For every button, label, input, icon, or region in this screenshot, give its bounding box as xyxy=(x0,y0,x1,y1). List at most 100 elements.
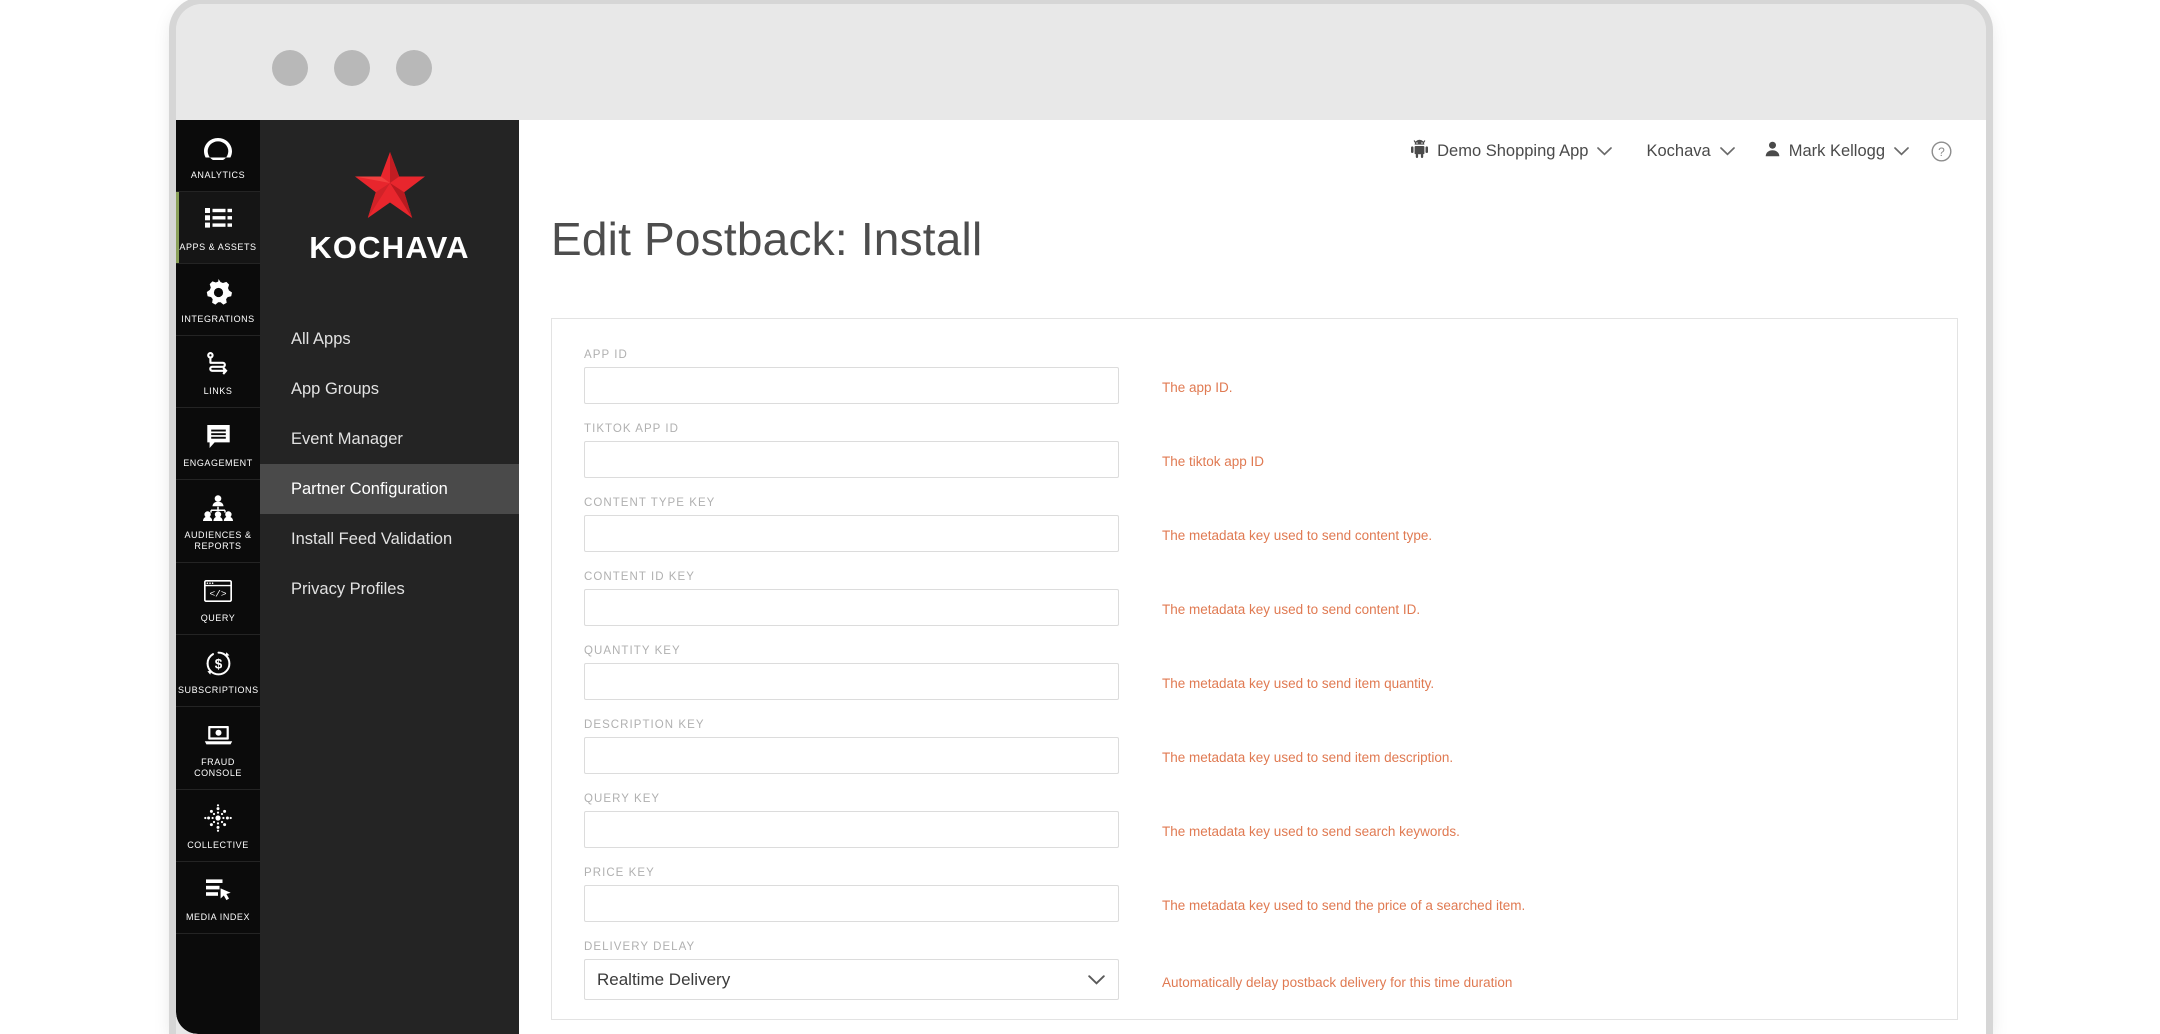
list-cursor-icon xyxy=(178,875,258,905)
gear-icon xyxy=(178,277,258,307)
rail-item-engagement[interactable]: ENGAGEMENT xyxy=(176,408,260,480)
delivery-delay-help-text: Automatically delay postback delivery fo… xyxy=(1162,975,1513,990)
rail-item-label: QUERY xyxy=(200,613,236,623)
content-id-key-label: CONTENT ID KEY xyxy=(584,571,695,583)
field-tiktok-app-id: TIKTOK APP ID The tiktok app ID xyxy=(584,423,1957,478)
rail-item-label: APPS & ASSETS xyxy=(179,242,257,252)
people-group-icon xyxy=(178,493,258,523)
window-dot-close[interactable] xyxy=(272,50,308,86)
rail-item-collective[interactable]: COLLECTIVE xyxy=(176,790,260,862)
field-app-id: APP ID The app ID. xyxy=(584,349,1957,404)
gauge-icon xyxy=(178,133,258,163)
dotted-circle-icon xyxy=(178,803,258,833)
field-query-key: QUERY KEY The metadata key used to send s… xyxy=(584,793,1957,848)
svg-text:</>: </> xyxy=(209,588,226,599)
price-key-label: PRICE KEY xyxy=(584,867,655,879)
description-key-input[interactable] xyxy=(584,737,1119,774)
rail-item-label: ENGAGEMENT xyxy=(183,458,253,468)
rail-item-integrations[interactable]: INTEGRATIONS xyxy=(176,264,260,336)
quantity-key-input[interactable] xyxy=(584,663,1119,700)
primary-icon-rail: ANALYTICS APPS & ASSETS INTEGRATIONS LINKS E… xyxy=(176,120,260,1034)
field-content-id-key: CONTENT ID KEY The metadata key used to s… xyxy=(584,571,1957,626)
secondary-sidebar: KOCHAVA All Apps App Groups Event Manager P… xyxy=(260,120,519,1034)
account-selector[interactable]: Kochava xyxy=(1646,141,1735,161)
content-id-key-input[interactable] xyxy=(584,589,1119,626)
sidebar-item-partner-configuration[interactable]: Partner Configuration xyxy=(260,464,519,514)
sidebar-item-all-apps[interactable]: All Apps xyxy=(260,314,519,364)
help-circle-icon[interactable]: ? xyxy=(1931,140,1952,162)
svg-text:?: ? xyxy=(1938,145,1945,159)
field-content-type-key: CONTENT TYPE KEY The metadata key used to… xyxy=(584,497,1957,552)
price-key-input[interactable] xyxy=(584,885,1119,922)
list-blocks-icon xyxy=(178,205,258,235)
query-key-label: QUERY KEY xyxy=(584,793,661,805)
rail-item-label: MEDIA INDEX xyxy=(185,912,251,922)
rail-item-analytics[interactable]: ANALYTICS xyxy=(176,120,260,192)
chat-bubble-icon xyxy=(178,421,258,451)
tiktok-app-id-label: TIKTOK APP ID xyxy=(584,423,680,435)
content-id-key-help-text: The metadata key used to send content ID… xyxy=(1162,602,1421,617)
sidebar-item-install-feed-validation[interactable]: Install Feed Validation xyxy=(260,514,519,564)
tiktok-app-id-help-text: The tiktok app ID xyxy=(1162,454,1265,469)
app-id-input[interactable] xyxy=(584,367,1119,404)
query-key-input[interactable] xyxy=(584,811,1119,848)
description-key-label: DESCRIPTION KEY xyxy=(584,719,705,731)
rail-item-label: FRAUD CONSOLE xyxy=(194,757,242,778)
app-id-help-text: The app ID. xyxy=(1162,380,1233,395)
field-price-key: PRICE KEY The metadata key used to send t… xyxy=(584,867,1957,922)
person-icon xyxy=(1765,141,1780,162)
svg-text:$: $ xyxy=(214,656,222,671)
sidebar-item-app-groups[interactable]: App Groups xyxy=(260,364,519,414)
top-bar: Demo Shopping App Kochava Mark Kellogg ? xyxy=(519,120,1986,182)
rail-item-label: SUBSCRIPTIONS xyxy=(178,685,259,695)
window-dot-maximize[interactable] xyxy=(396,50,432,86)
app-name-label: Demo Shopping App xyxy=(1437,141,1589,160)
content-type-key-input[interactable] xyxy=(584,515,1119,552)
delivery-delay-label: DELIVERY DELAY xyxy=(584,941,696,953)
main-content: Demo Shopping App Kochava Mark Kellogg ?… xyxy=(519,120,1986,1034)
field-description-key: DESCRIPTION KEY The metadata key used to … xyxy=(584,719,1957,774)
window-controls xyxy=(272,50,432,86)
rail-item-apps-assets[interactable]: APPS & ASSETS xyxy=(176,192,260,264)
delivery-delay-select[interactable]: Realtime Delivery xyxy=(584,959,1119,1000)
kochava-star-logo-icon xyxy=(260,150,519,220)
content-type-key-label: CONTENT TYPE KEY xyxy=(584,497,716,509)
description-key-help-text: The metadata key used to send item descr… xyxy=(1162,750,1454,765)
app-selector[interactable]: Demo Shopping App xyxy=(1411,139,1613,163)
field-quantity-key: QUANTITY KEY The metadata key used to sen… xyxy=(584,645,1957,700)
brand-name: KOCHAVA xyxy=(309,230,470,265)
content-type-key-help-text: The metadata key used to send content ty… xyxy=(1162,528,1433,543)
sidebar-item-event-manager[interactable]: Event Manager xyxy=(260,414,519,464)
window-titlebar xyxy=(176,4,1986,120)
app-body: ANALYTICS APPS & ASSETS INTEGRATIONS LINKS E… xyxy=(176,120,1986,1034)
brand-logo[interactable]: KOCHAVA xyxy=(260,120,519,292)
chevron-down-icon xyxy=(1719,142,1735,161)
user-menu[interactable]: Mark Kellogg xyxy=(1765,141,1909,162)
dollar-refresh-icon: $ xyxy=(178,648,258,678)
query-key-help-text: The metadata key used to send search key… xyxy=(1162,824,1460,839)
rail-item-label: ANALYTICS xyxy=(190,170,246,180)
rail-item-label: LINKS xyxy=(203,386,233,396)
link-path-icon xyxy=(178,349,258,379)
quantity-key-label: QUANTITY KEY xyxy=(584,645,681,657)
page-title: Edit Postback: Install xyxy=(551,213,983,265)
postback-form-card: APP ID The app ID. TIKTOK APP ID The tiktok… xyxy=(551,318,1958,1020)
chevron-down-icon xyxy=(1597,142,1613,161)
delivery-delay-select-wrap: Realtime Delivery xyxy=(584,959,1119,1000)
rail-item-query[interactable]: </> QUERY xyxy=(176,563,260,635)
rail-item-links[interactable]: LINKS xyxy=(176,336,260,408)
rail-item-media-index[interactable]: MEDIA INDEX xyxy=(176,862,260,934)
field-delivery-delay: DELIVERY DELAY Realtime Delivery Automatic… xyxy=(584,941,1957,1000)
sidebar-item-privacy-profiles[interactable]: Privacy Profiles xyxy=(260,564,519,614)
rail-item-label: INTEGRATIONS xyxy=(181,314,255,324)
window-dot-minimize[interactable] xyxy=(334,50,370,86)
secondary-nav-list: All Apps App Groups Event Manager Partner C… xyxy=(260,314,519,614)
rail-item-fraud-console[interactable]: FRAUD CONSOLE xyxy=(176,707,260,790)
rail-item-label: COLLECTIVE xyxy=(187,840,249,850)
rail-item-subscriptions[interactable]: $ SUBSCRIPTIONS xyxy=(176,635,260,707)
account-name-label: Kochava xyxy=(1646,141,1711,160)
tiktok-app-id-input[interactable] xyxy=(584,441,1119,478)
android-robot-icon xyxy=(1411,139,1429,163)
quantity-key-help-text: The metadata key used to send item quant… xyxy=(1162,676,1435,691)
rail-item-audiences-reports[interactable]: AUDIENCES & REPORTS xyxy=(176,480,260,563)
